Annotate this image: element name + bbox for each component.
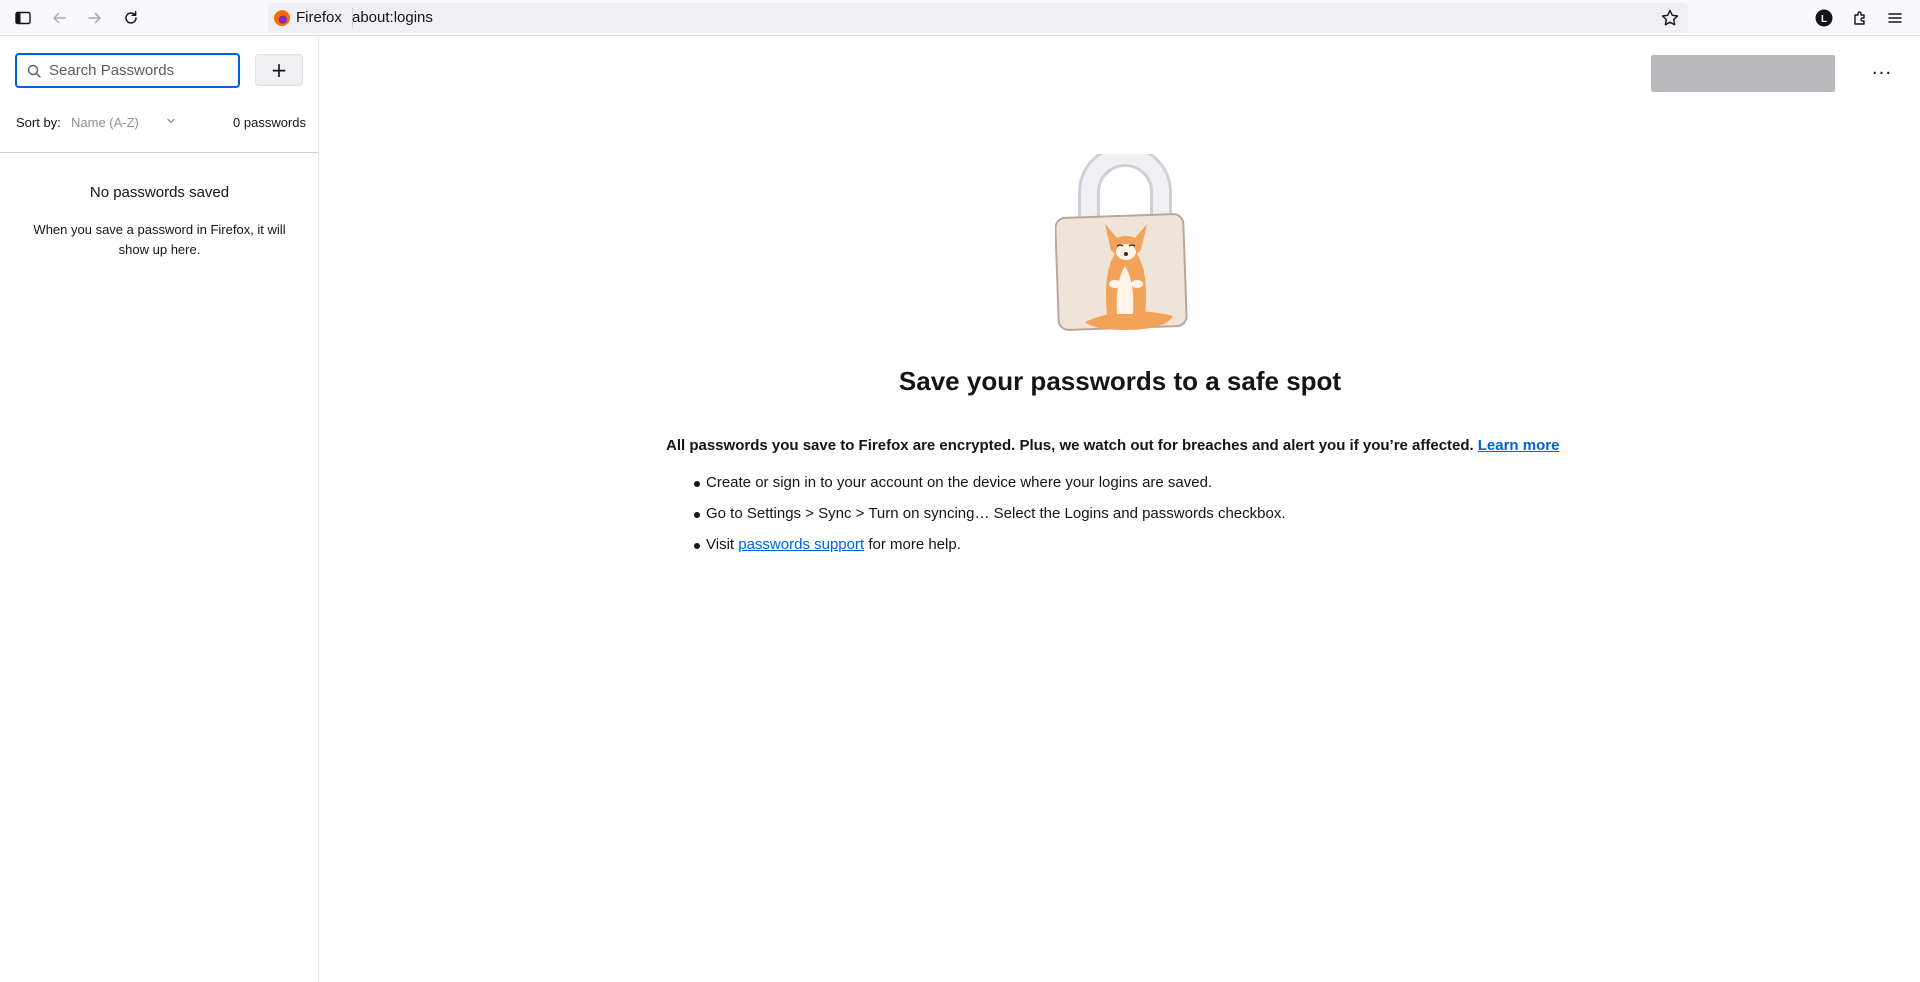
account-button[interactable]: L: [1810, 4, 1838, 32]
sync-steps-list: Create or sign in to your account on the…: [694, 473, 1286, 566]
fox-padlock-illustration: [1055, 154, 1188, 331]
back-button[interactable]: [45, 4, 73, 32]
sidebar-divider: [0, 152, 319, 153]
search-box[interactable]: [15, 53, 240, 88]
encryption-info-text: All passwords you save to Firefox are en…: [666, 437, 1474, 454]
sidebar-toggle-button[interactable]: [9, 4, 37, 32]
reload-icon: [125, 11, 137, 24]
identity-label: Firefox: [296, 8, 353, 28]
account-placeholder: [1651, 55, 1835, 92]
sort-row: Sort by: Name (A-Z) 0 passwords: [16, 111, 306, 135]
list-item: Go to Settings > Sync > Turn on syncing……: [694, 504, 1286, 535]
empty-state-description: When you save a password in Firefox, it …: [33, 222, 286, 257]
learn-more-link[interactable]: Learn more: [1478, 437, 1560, 454]
account-icon: L: [1815, 9, 1833, 27]
menu-icon: [1888, 13, 1902, 23]
account-initial: L: [1821, 14, 1827, 25]
encryption-info: All passwords you save to Firefox are en…: [666, 437, 1559, 454]
step-1-text: Create or sign in to your account on the…: [706, 474, 1213, 491]
back-icon: [53, 12, 66, 24]
more-options-button[interactable]: ···: [1866, 57, 1898, 89]
forward-icon: [88, 12, 101, 24]
star-icon[interactable]: [1660, 8, 1680, 28]
sort-select[interactable]: Name (A-Z): [71, 115, 139, 130]
list-item: Visit passwords support for more help.: [694, 535, 1286, 566]
page-title: Save your passwords to a safe spot: [898, 366, 1342, 396]
list-item: Create or sign in to your account on the…: [694, 473, 1286, 504]
sidebar-icon: [15, 11, 31, 25]
empty-state-title: No passwords saved: [89, 184, 230, 201]
firefox-logo-icon: [274, 10, 290, 26]
chevron-down-icon[interactable]: [166, 116, 176, 126]
login-list-sidebar: + Sort by: Name (A-Z) 0 passwords No pas…: [0, 37, 319, 982]
login-intro-panel: ··· Save your passwords to a safe spot A…: [320, 37, 1920, 982]
identity-box[interactable]: Firefox: [274, 7, 353, 29]
step-2-text: Go to Settings > Sync > Turn on syncing……: [706, 505, 1286, 522]
step-3-suffix: for more help.: [868, 536, 961, 553]
forward-button[interactable]: [81, 4, 109, 32]
extensions-button[interactable]: [1846, 4, 1874, 32]
passwords-support-link[interactable]: passwords support: [738, 536, 864, 553]
url-text[interactable]: about:logins: [352, 9, 433, 27]
step-3-prefix: Visit: [706, 536, 735, 553]
search-icon: [27, 64, 41, 78]
sort-label: Sort by:: [16, 115, 61, 130]
browser-toolbar: Firefox about:logins L: [0, 0, 1920, 36]
password-count: 0 passwords: [233, 115, 306, 130]
url-bar[interactable]: Firefox about:logins: [268, 3, 1688, 33]
reload-button[interactable]: [117, 4, 145, 32]
add-password-button[interactable]: +: [255, 54, 303, 86]
search-input[interactable]: [49, 62, 229, 79]
app-menu-button[interactable]: [1881, 4, 1909, 32]
extensions-icon: [1854, 11, 1865, 25]
